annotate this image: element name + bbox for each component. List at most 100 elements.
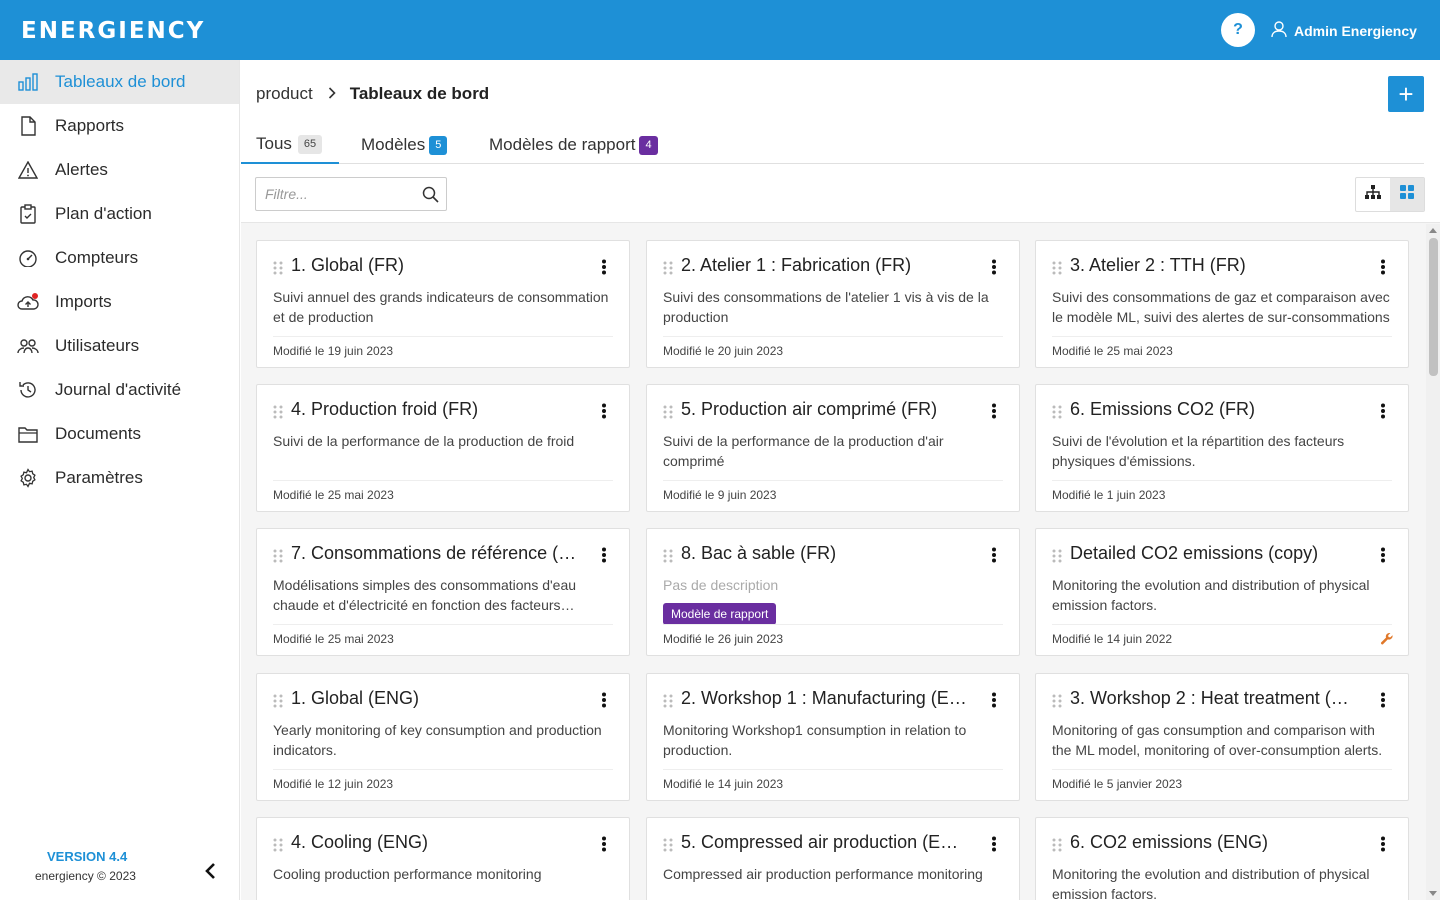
card-title[interactable]: 1. Global (ENG): [291, 688, 581, 709]
drag-handle-icon[interactable]: [1052, 549, 1062, 568]
modified-date: Modifié le 5 janvier 2023: [1052, 777, 1183, 791]
card-title[interactable]: 1. Global (FR): [291, 255, 581, 276]
dashboard-card[interactable]: 5. Compressed air production (EN… Compres…: [646, 817, 1020, 900]
card-title[interactable]: 6. Emissions CO2 (FR): [1070, 399, 1360, 420]
dashboard-card[interactable]: 5. Production air comprimé (FR) Suivi de …: [646, 384, 1020, 512]
add-dashboard-button[interactable]: +: [1388, 76, 1424, 112]
drag-handle-icon[interactable]: [273, 405, 283, 424]
kebab-menu-icon[interactable]: [991, 259, 997, 275]
drag-handle-icon[interactable]: [1052, 838, 1062, 857]
kebab-menu-icon[interactable]: [991, 547, 997, 563]
drag-handle-icon[interactable]: [1052, 261, 1062, 280]
top-bar: ENERGIENCY ? Admin Energiency: [0, 0, 1440, 60]
tab-label: Modèles: [361, 135, 426, 154]
card-title[interactable]: 5. Production air comprimé (FR): [681, 399, 971, 420]
drag-handle-icon[interactable]: [273, 261, 283, 280]
tab-modeles-de-rapport[interactable]: Modèles de rapport 4: [489, 126, 658, 164]
dashboard-card[interactable]: 1. Global (ENG) Yearly monitoring of key …: [256, 673, 630, 801]
drag-handle-icon[interactable]: [663, 549, 673, 568]
sidebar-item-utilisateurs[interactable]: Utilisateurs: [0, 324, 239, 368]
drag-handle-icon[interactable]: [663, 838, 673, 857]
dashboard-card[interactable]: 1. Global (FR) Suivi annuel des grands in…: [256, 240, 630, 368]
sidebar-item-journal-d-activite[interactable]: Journal d'activité: [0, 368, 239, 412]
drag-handle-icon[interactable]: [273, 549, 283, 568]
help-button[interactable]: ?: [1221, 13, 1255, 47]
sidebar-item-alertes[interactable]: Alertes: [0, 148, 239, 192]
card-title[interactable]: 3. Workshop 2 : Heat treatment (E…: [1070, 688, 1360, 709]
sidebar-item-plan-d-action[interactable]: Plan d'action: [0, 192, 239, 236]
filter-input[interactable]: [256, 178, 416, 210]
card-title[interactable]: 8. Bac à sable (FR): [681, 543, 971, 564]
kebab-menu-icon[interactable]: [601, 547, 607, 563]
sidebar-item-label: Imports: [55, 292, 112, 311]
card-description: Suivi de l'évolution et la répartition d…: [1052, 433, 1345, 469]
tab-modeles[interactable]: Modèles 5: [361, 126, 448, 164]
sidebar-item-rapports[interactable]: Rapports: [0, 104, 239, 148]
filter-field[interactable]: [255, 177, 447, 211]
kebab-menu-icon[interactable]: [1380, 259, 1386, 275]
kebab-menu-icon[interactable]: [601, 403, 607, 419]
grid-view-button[interactable]: [1390, 178, 1424, 211]
card-title[interactable]: 5. Compressed air production (EN…: [681, 832, 971, 853]
card-title[interactable]: 4. Production froid (FR): [291, 399, 581, 420]
dashboard-card[interactable]: 4. Cooling (ENG) Cooling production perfo…: [256, 817, 630, 900]
breadcrumb-root[interactable]: product: [256, 84, 313, 104]
kebab-menu-icon[interactable]: [601, 836, 607, 852]
scrollbar-thumb[interactable]: [1429, 238, 1438, 376]
kebab-menu-icon[interactable]: [1380, 547, 1386, 563]
search-icon[interactable]: [422, 186, 439, 208]
app-logo[interactable]: ENERGIENCY: [21, 18, 205, 44]
drag-handle-icon[interactable]: [1052, 694, 1062, 713]
card-title[interactable]: 7. Consommations de référence (…: [291, 543, 581, 564]
dashboard-card[interactable]: 6. CO2 emissions (ENG) Monitoring the evo…: [1035, 817, 1409, 900]
dashboard-card[interactable]: 2. Workshop 1 : Manufacturing (E… Monitor…: [646, 673, 1020, 801]
sidebar-item-documents[interactable]: Documents: [0, 412, 239, 456]
modified-date: Modifié le 14 juin 2023: [663, 777, 784, 791]
card-title[interactable]: 3. Atelier 2 : TTH (FR): [1070, 255, 1360, 276]
scrollbar[interactable]: [1426, 224, 1440, 900]
dashboard-card[interactable]: 2. Atelier 1 : Fabrication (FR) Suivi des…: [646, 240, 1020, 368]
drag-handle-icon[interactable]: [663, 694, 673, 713]
drag-handle-icon[interactable]: [273, 838, 283, 857]
kebab-menu-icon[interactable]: [991, 403, 997, 419]
drag-handle-icon[interactable]: [1052, 405, 1062, 424]
dashboard-card[interactable]: 8. Bac à sable (FR) Pas de description Mod…: [646, 528, 1020, 656]
drag-handle-icon[interactable]: [663, 405, 673, 424]
drag-handle-icon[interactable]: [663, 261, 673, 280]
dashboard-card[interactable]: Detailed CO2 emissions (copy) Monitoring …: [1035, 528, 1409, 656]
kebab-menu-icon[interactable]: [1380, 836, 1386, 852]
collapse-sidebar-button[interactable]: [200, 862, 220, 884]
sidebar-item-label: Utilisateurs: [55, 336, 140, 355]
card-title[interactable]: 2. Workshop 1 : Manufacturing (E…: [681, 688, 971, 709]
sidebar-item-imports[interactable]: Imports: [0, 280, 239, 324]
dashboard-card[interactable]: 3. Atelier 2 : TTH (FR) Suivi des consomm…: [1035, 240, 1409, 368]
card-title[interactable]: Detailed CO2 emissions (copy): [1070, 543, 1360, 564]
card-title[interactable]: 6. CO2 emissions (ENG): [1070, 832, 1360, 853]
sidebar-item-label: Rapports: [55, 116, 124, 135]
kebab-menu-icon[interactable]: [601, 692, 607, 708]
sidebar-item-parametres[interactable]: Paramètres: [0, 456, 239, 500]
card-description: Monitoring the evolution and distributio…: [1052, 866, 1370, 900]
kebab-menu-icon[interactable]: [991, 836, 997, 852]
kebab-menu-icon[interactable]: [991, 692, 997, 708]
kebab-menu-icon[interactable]: [601, 259, 607, 275]
scroll-up-arrow-icon[interactable]: [1429, 228, 1437, 233]
dashboard-card[interactable]: 3. Workshop 2 : Heat treatment (E… Monito…: [1035, 673, 1409, 801]
dashboard-card[interactable]: 6. Emissions CO2 (FR) Suivi de l'évolutio…: [1035, 384, 1409, 512]
card-title[interactable]: 4. Cooling (ENG): [291, 832, 581, 853]
history-icon: [17, 379, 39, 401]
kebab-menu-icon[interactable]: [1380, 692, 1386, 708]
tab-tous[interactable]: Tous 65: [241, 126, 339, 164]
dashboard-card[interactable]: 7. Consommations de référence (… Modélisa…: [256, 528, 630, 656]
scroll-down-arrow-icon[interactable]: [1429, 891, 1437, 896]
dashboard-card[interactable]: 4. Production froid (FR) Suivi de la perf…: [256, 384, 630, 512]
sidebar-item-tableaux-de-bord[interactable]: Tableaux de bord: [0, 60, 239, 104]
user-menu[interactable]: Admin Energiency: [1271, 21, 1417, 41]
tab-bar: Tous 65 Modèles 5 Modèles de rapport 4: [241, 126, 1424, 164]
card-title[interactable]: 2. Atelier 1 : Fabrication (FR): [681, 255, 971, 276]
modified-date: Modifié le 9 juin 2023: [663, 488, 777, 502]
tree-view-button[interactable]: [1356, 178, 1390, 211]
drag-handle-icon[interactable]: [273, 694, 283, 713]
kebab-menu-icon[interactable]: [1380, 403, 1386, 419]
sidebar-item-compteurs[interactable]: Compteurs: [0, 236, 239, 280]
